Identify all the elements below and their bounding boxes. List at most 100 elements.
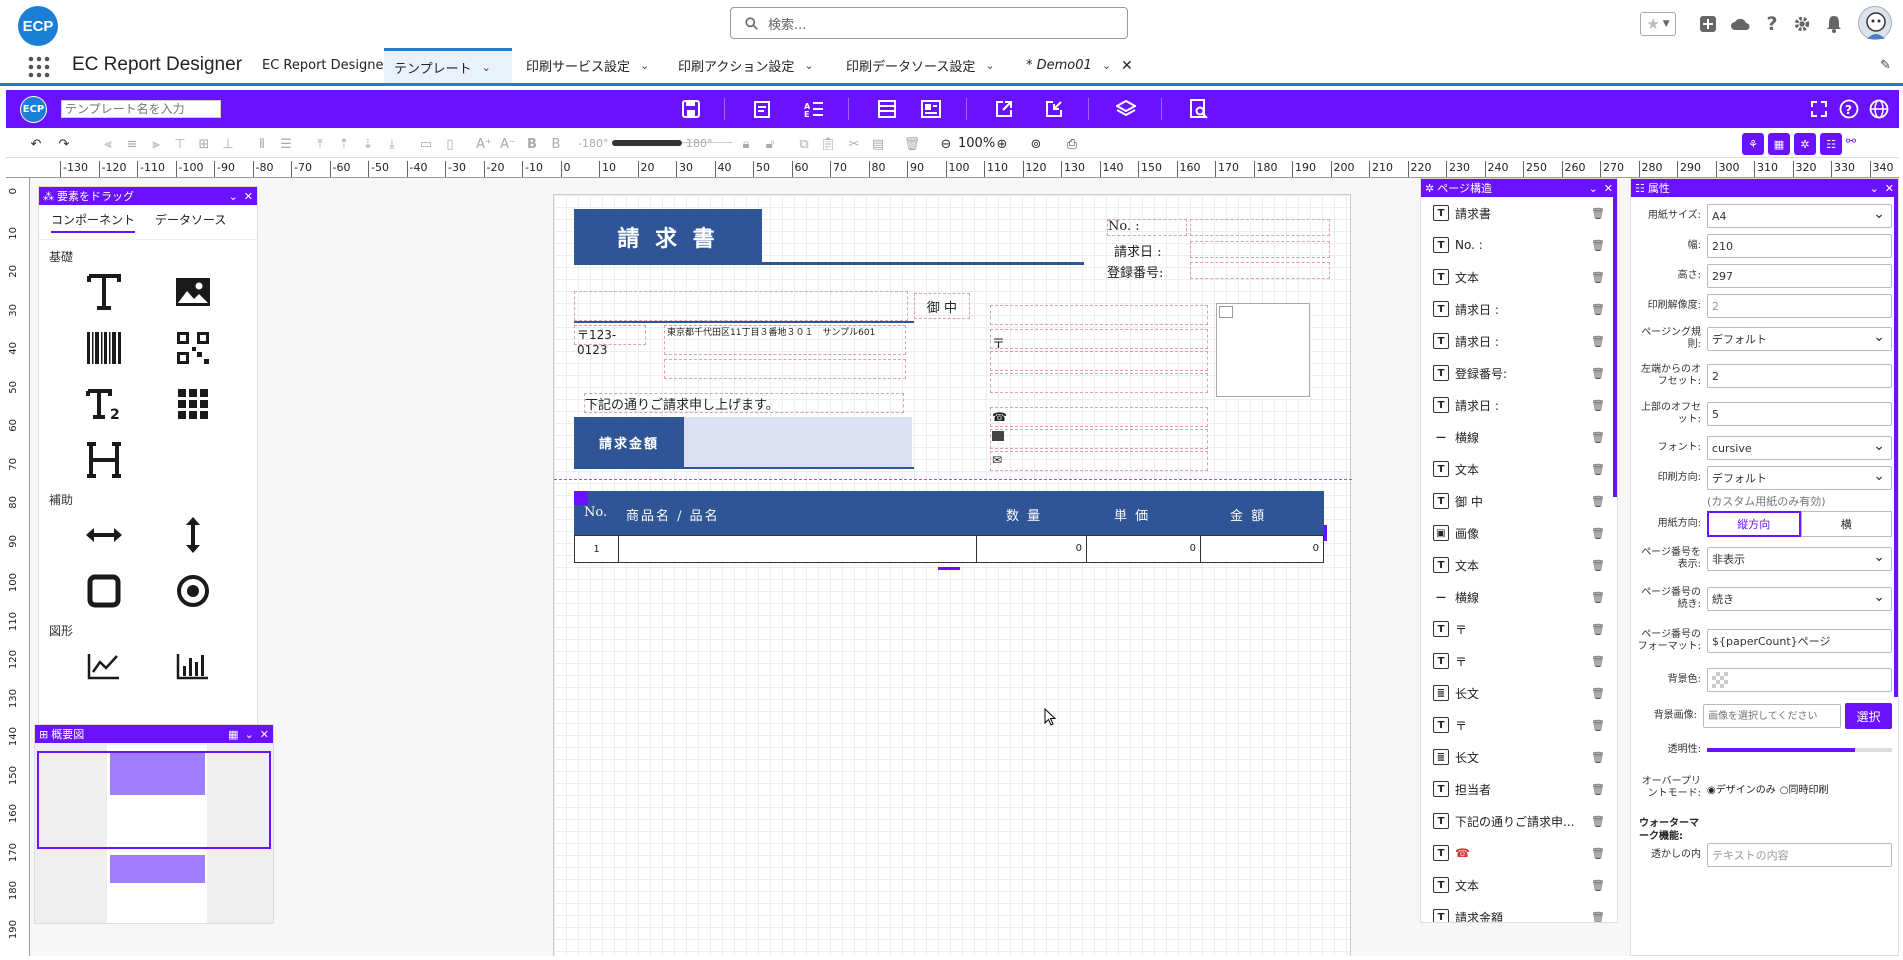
tree-view-icon[interactable]: ⚘: [1742, 133, 1764, 155]
structure-item[interactable]: — 横線 🗑︎: [1421, 581, 1617, 613]
delete-trash-icon[interactable]: 🗑︎: [1591, 559, 1605, 572]
rotation-slider[interactable]: [612, 140, 682, 146]
bar-chart-icon[interactable]: [148, 643, 237, 689]
distribute-h-icon[interactable]: ⦀: [252, 134, 272, 154]
recipient-underline[interactable]: [574, 321, 914, 323]
move-up-icon[interactable]: ⇡: [334, 134, 354, 154]
greeting-text[interactable]: 下記の通りご請求申し上げます。: [584, 393, 904, 413]
delete-trash-icon[interactable]: 🗑︎: [1591, 335, 1605, 348]
delete-trash-icon[interactable]: 🗑︎: [1591, 239, 1605, 252]
delete-trash-icon[interactable]: 🗑︎: [1591, 271, 1605, 284]
overprint-sync-radio[interactable]: ○同時印刷: [1780, 781, 1829, 796]
align-left-icon[interactable]: ⫷: [98, 134, 118, 154]
design-canvas[interactable]: ⁂ 要素をドラッグ ⌄ ✕ コンポーネント データソース 基礎 2 補助 図形: [30, 178, 1899, 956]
top-offset-input[interactable]: 5: [1707, 402, 1892, 426]
global-search-input[interactable]: 検索...: [730, 7, 1128, 39]
tab-components[interactable]: コンポーネント: [51, 211, 136, 233]
structure-item[interactable]: T No. : 🗑︎: [1421, 229, 1617, 261]
tab-print-datasource-settings[interactable]: 印刷データソース設定 ⌄: [836, 48, 1005, 83]
cell-no[interactable]: 1: [575, 536, 619, 562]
add-icon[interactable]: [1696, 12, 1720, 36]
align-right-icon[interactable]: ⫸: [146, 134, 166, 154]
page-num-format-input[interactable]: ${paperCount}ページ: [1707, 629, 1892, 653]
registration-no-label[interactable]: 登録番号:: [1107, 262, 1163, 281]
left-offset-input[interactable]: 2: [1707, 364, 1892, 388]
minimap-viewport[interactable]: [37, 751, 271, 849]
opacity-slider[interactable]: [1707, 748, 1892, 752]
structure-item[interactable]: T 下記の通りご請求申... 🗑︎: [1421, 805, 1617, 837]
onchu-label[interactable]: 御 中: [914, 293, 970, 319]
delete-trash-icon[interactable]: 🗑︎: [1591, 591, 1605, 604]
structure-item[interactable]: T 文本 🗑︎: [1421, 549, 1617, 581]
collapse-icon[interactable]: ⌄: [1870, 182, 1879, 195]
horizontal-line-icon[interactable]: [59, 512, 148, 558]
bg-color-picker[interactable]: [1707, 668, 1892, 692]
delete-trash-icon[interactable]: 🗑︎: [1591, 367, 1605, 380]
tab-datasource[interactable]: データソース: [155, 211, 226, 233]
notification-bell-icon[interactable]: [1822, 12, 1846, 36]
align-top-icon[interactable]: ⊤: [170, 134, 190, 154]
landscape-button[interactable]: 横: [1800, 511, 1892, 537]
vertical-line-icon[interactable]: [148, 512, 237, 558]
delete-trash-icon[interactable]: 🗑︎: [1591, 655, 1605, 668]
chevron-down-icon[interactable]: ⌄: [482, 61, 491, 74]
layers-icon[interactable]: [1115, 98, 1137, 120]
align-bottom-icon[interactable]: ⊥: [218, 134, 238, 154]
chevron-down-icon[interactable]: ⌄: [640, 59, 649, 72]
app-launcher-icon[interactable]: [28, 56, 50, 78]
tab-demo01[interactable]: * Demo01 ⌄ ✕: [1016, 48, 1143, 83]
minimap-area[interactable]: [35, 743, 273, 923]
structure-item[interactable]: T 文本 🗑︎: [1421, 453, 1617, 485]
bg-image-input[interactable]: [1703, 704, 1842, 728]
image-element-icon[interactable]: [148, 269, 237, 315]
heading-element-icon[interactable]: [59, 437, 148, 483]
same-height-icon[interactable]: ▯: [440, 134, 460, 154]
cell-quantity[interactable]: 0: [977, 536, 1087, 562]
phone-icon[interactable]: ☎: [992, 410, 1007, 424]
grid-view-icon[interactable]: ▦: [1768, 133, 1790, 155]
seal-image-placeholder[interactable]: [1216, 303, 1310, 397]
structure-header[interactable]: ✲ ページ構造 ⌄ ✕: [1421, 179, 1617, 197]
delete-trash-icon[interactable]: 🗑︎: [1591, 303, 1605, 316]
structure-item[interactable]: T 請求日 : 🗑︎: [1421, 389, 1617, 421]
move-top-icon[interactable]: ⤒: [310, 134, 330, 154]
barcode-element-icon[interactable]: [59, 325, 148, 371]
cell-item-name[interactable]: [619, 536, 977, 562]
portrait-button[interactable]: 縦方向: [1707, 511, 1801, 537]
link-icon[interactable]: ⚯: [1846, 134, 1856, 148]
long-text-element-icon[interactable]: 2: [59, 381, 148, 427]
address-text[interactable]: 東京都千代田区11丁目３番地３０１ サンプル601: [664, 325, 906, 355]
watermark-content-input[interactable]: テキストの内容: [1707, 843, 1892, 867]
structure-item[interactable]: ▣ 画像 🗑︎: [1421, 517, 1617, 549]
page-num-show-select[interactable]: 非表示: [1707, 547, 1892, 571]
paper-size-select[interactable]: A4: [1707, 204, 1892, 228]
table-resize-handle[interactable]: [1324, 525, 1327, 541]
align-middle-icon[interactable]: ⊞: [194, 134, 214, 154]
table-row[interactable]: 1 0 0 0: [574, 535, 1324, 563]
line-chart-icon[interactable]: [59, 643, 148, 689]
page-num-cont-select[interactable]: 続き: [1707, 587, 1892, 611]
save-icon[interactable]: [680, 98, 702, 120]
align-center-icon[interactable]: ≡: [122, 134, 142, 154]
overprint-design-radio[interactable]: ◉デザインのみ: [1707, 781, 1776, 796]
image-layout-icon[interactable]: [920, 98, 942, 120]
delete-trash-icon[interactable]: 🗑︎: [1591, 623, 1605, 636]
tab-ec-report-designer[interactable]: EC Report Designer: [252, 48, 399, 83]
language-globe-icon[interactable]: [1868, 98, 1890, 120]
cell-unit-price[interactable]: 0: [1087, 536, 1201, 562]
dpi-input[interactable]: 2: [1707, 294, 1892, 318]
close-icon[interactable]: ✕: [1604, 182, 1613, 195]
edit-pencil-icon[interactable]: ✎: [1880, 58, 1891, 73]
cell-amount[interactable]: 0: [1201, 536, 1323, 562]
font-increase-icon[interactable]: A⁺: [474, 134, 494, 154]
element-panel-header[interactable]: ⁂ 要素をドラッグ ⌄ ✕: [39, 187, 257, 205]
close-icon[interactable]: ✕: [260, 728, 269, 741]
print-icon[interactable]: ⎙: [1062, 134, 1082, 154]
fax-icon[interactable]: [992, 431, 1004, 441]
report-page[interactable]: 請 求 書 No. : 請求日 : 登録番号: 御 中 〒 ☎ ✉ 〒123-0…: [553, 194, 1352, 956]
chevron-down-icon[interactable]: ⌄: [1102, 59, 1111, 72]
structure-item[interactable]: T 〒 🗑︎: [1421, 613, 1617, 645]
undo-icon[interactable]: ↶: [26, 134, 46, 154]
structure-item[interactable]: T 請求金額 🗑︎: [1421, 901, 1617, 922]
tab-print-service-settings[interactable]: 印刷サービス設定 ⌄: [516, 48, 659, 83]
